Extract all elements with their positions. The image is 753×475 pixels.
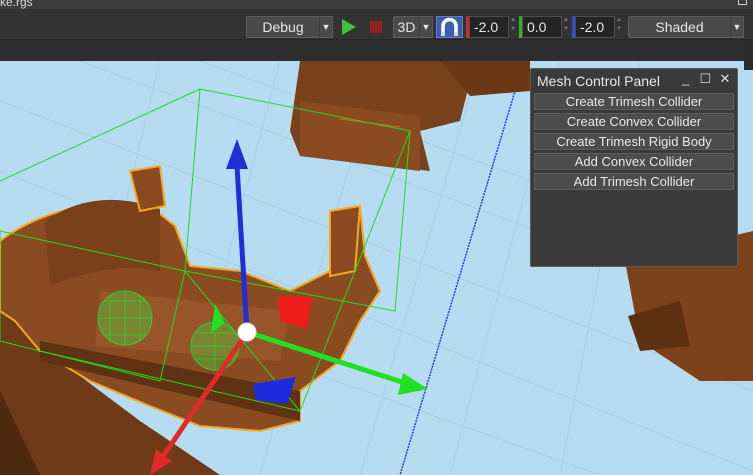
magnet-icon[interactable] bbox=[436, 16, 463, 38]
window-title: ke.rgs bbox=[0, 0, 33, 9]
z-value-input[interactable]: -2.0 bbox=[575, 16, 615, 38]
chevron-down-icon[interactable]: ▼ bbox=[319, 16, 333, 38]
maximize-icon[interactable] bbox=[738, 0, 747, 5]
gizmo-center bbox=[237, 322, 257, 342]
maximize-icon[interactable]: ☐ bbox=[697, 71, 713, 87]
shading-dropdown[interactable]: Shaded bbox=[628, 16, 731, 38]
window-title-bar: ke.rgs bbox=[0, 0, 753, 9]
background-chair-top bbox=[290, 61, 530, 171]
view-mode-dropdown[interactable]: 3D bbox=[393, 16, 420, 38]
create-trimesh-collider-button[interactable]: Create Trimesh Collider bbox=[534, 93, 734, 110]
chevron-down-icon[interactable]: ▼ bbox=[730, 16, 744, 38]
y-axis-handle bbox=[398, 373, 428, 395]
collider-sphere bbox=[97, 290, 153, 346]
y-value-spinner[interactable]: ▲ ▼ bbox=[562, 16, 570, 38]
viewport-header bbox=[0, 40, 753, 61]
create-trimesh-rigid-body-button[interactable]: Create Trimesh Rigid Body bbox=[534, 133, 734, 150]
panel-title: Mesh Control Panel bbox=[537, 73, 660, 89]
stop-icon[interactable] bbox=[366, 16, 386, 38]
create-convex-collider-button[interactable]: Create Convex Collider bbox=[534, 113, 734, 130]
play-icon[interactable] bbox=[338, 16, 360, 38]
chevron-down-icon[interactable]: ▼ bbox=[419, 16, 433, 38]
add-convex-collider-button[interactable]: Add Convex Collider bbox=[534, 153, 734, 170]
toolbar: Debug ▼ 3D ▼ -2.0 ▲ ▼ 0.0 ▲ ▼ -2.0 ▲ ▼ Shad… bbox=[0, 9, 753, 40]
panel-header: Mesh Control Panel _ ☐ ✕ bbox=[531, 69, 737, 91]
build-config-dropdown[interactable]: Debug bbox=[246, 16, 320, 38]
minimize-icon[interactable]: _ bbox=[678, 71, 694, 86]
z-axis-handle bbox=[226, 139, 248, 169]
scrollbar[interactable] bbox=[744, 40, 753, 70]
y-value-input[interactable]: 0.0 bbox=[522, 16, 562, 38]
x-value-input[interactable]: -2.0 bbox=[469, 16, 509, 38]
add-trimesh-collider-button[interactable]: Add Trimesh Collider bbox=[534, 173, 734, 190]
mesh-control-panel: Mesh Control Panel _ ☐ ✕ Create Trimesh … bbox=[530, 68, 738, 267]
close-icon[interactable]: ✕ bbox=[717, 71, 733, 87]
z-value-spinner[interactable]: ▲ ▼ bbox=[615, 16, 623, 38]
x-value-spinner[interactable]: ▲ ▼ bbox=[509, 16, 517, 38]
